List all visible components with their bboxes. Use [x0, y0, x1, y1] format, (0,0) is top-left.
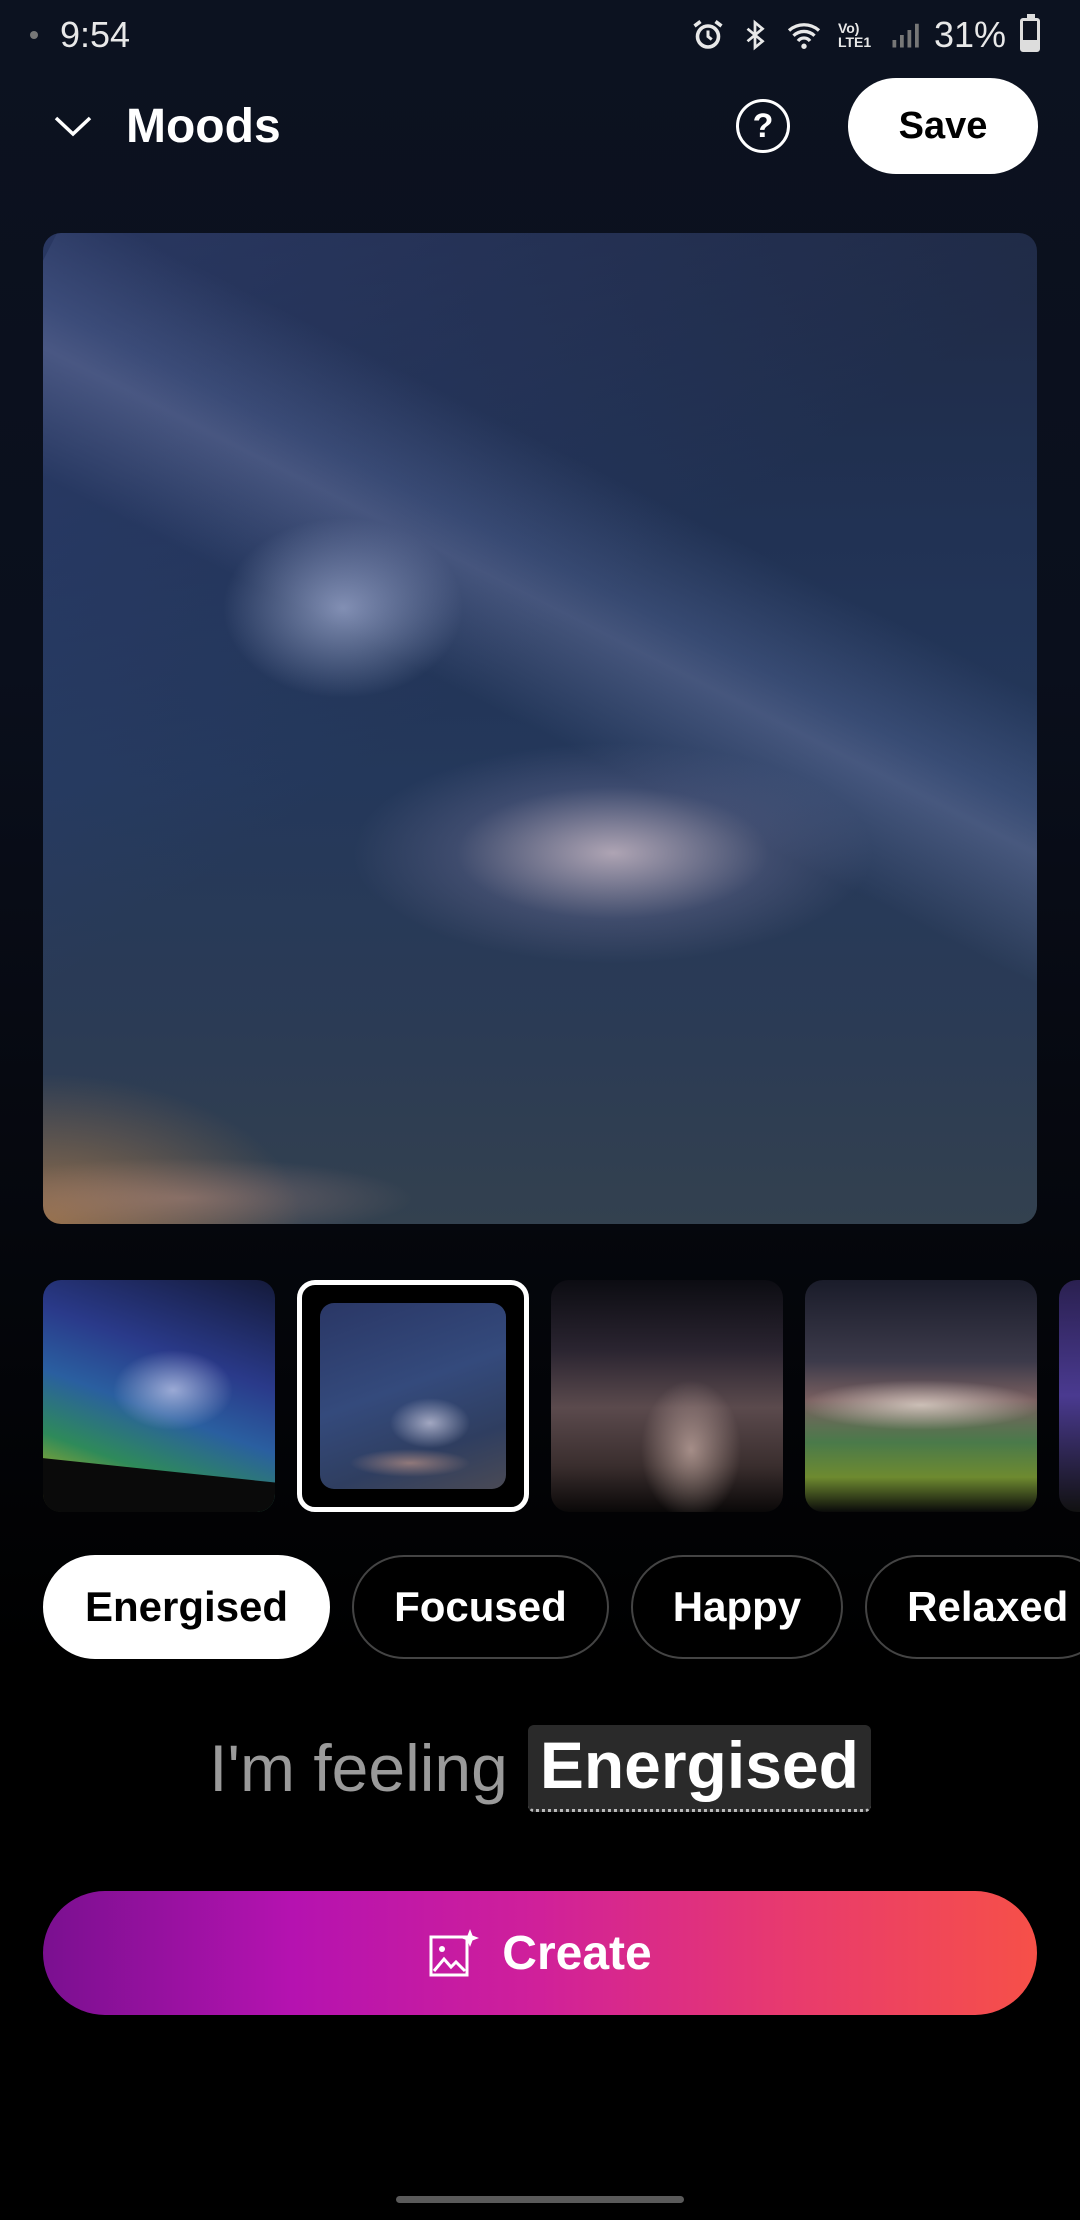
- status-left: 9:54: [30, 14, 130, 56]
- network-type-label: Vo) LTE1: [837, 20, 872, 50]
- collapse-button[interactable]: [50, 103, 96, 149]
- feeling-value[interactable]: Energised: [527, 1724, 871, 1812]
- wifi-icon: [787, 23, 821, 49]
- help-circle-icon: ?: [752, 106, 774, 145]
- alarm-icon: [693, 20, 723, 49]
- header: Moods ? Save: [0, 78, 1080, 174]
- save-button[interactable]: Save: [848, 78, 1038, 174]
- signal-icon: [892, 23, 919, 48]
- mood-chip-happy[interactable]: Happy: [630, 1555, 844, 1659]
- thumbnail-strip[interactable]: [43, 1280, 1080, 1512]
- status-right: Vo) LTE1 31%: [690, 14, 1040, 56]
- feeling-prefix: I'm feeling: [209, 1731, 508, 1805]
- thumbnail-option-selected[interactable]: [297, 1280, 529, 1512]
- create-button[interactable]: Create: [43, 1891, 1037, 2015]
- battery-percent: 31%: [933, 14, 1006, 55]
- notification-dot-icon: [30, 31, 38, 39]
- help-button[interactable]: ?: [736, 99, 790, 153]
- page-title: Moods: [126, 99, 281, 153]
- milky-way-band: [43, 233, 1037, 1024]
- status-time: 9:54: [60, 14, 131, 55]
- mood-chip-focused[interactable]: Focused: [352, 1555, 609, 1659]
- image-sparkle-icon: [429, 1929, 480, 1977]
- thumbnail-option[interactable]: [43, 1280, 275, 1512]
- thumbnail-option[interactable]: [1059, 1280, 1080, 1512]
- wallpaper-preview: [43, 233, 1037, 1224]
- status-bar: 9:54 Vo) LTE1 31%: [0, 0, 1080, 70]
- thumbnail-image: [320, 1303, 506, 1489]
- bluetooth-icon: [746, 19, 765, 51]
- feeling-sentence: I'm feeling Energised: [0, 1722, 1080, 1814]
- mood-chip-energised[interactable]: Energised: [43, 1555, 331, 1659]
- thumbnail-option[interactable]: [805, 1280, 1037, 1512]
- moods-screen: 9:54 Vo) LTE1 31% Moods ? Save Energised…: [0, 0, 1080, 2220]
- home-gesture-handle[interactable]: [396, 2196, 684, 2203]
- chevron-down-icon: [54, 116, 92, 137]
- thumbnail-option[interactable]: [551, 1280, 783, 1512]
- mood-chip-relaxed[interactable]: Relaxed: [865, 1555, 1080, 1659]
- create-label: Create: [502, 1926, 652, 1980]
- battery-fill: [1023, 40, 1037, 49]
- mood-chip-list: Energised Focused Happy Relaxed: [43, 1555, 1080, 1659]
- battery-icon: [1020, 14, 1040, 52]
